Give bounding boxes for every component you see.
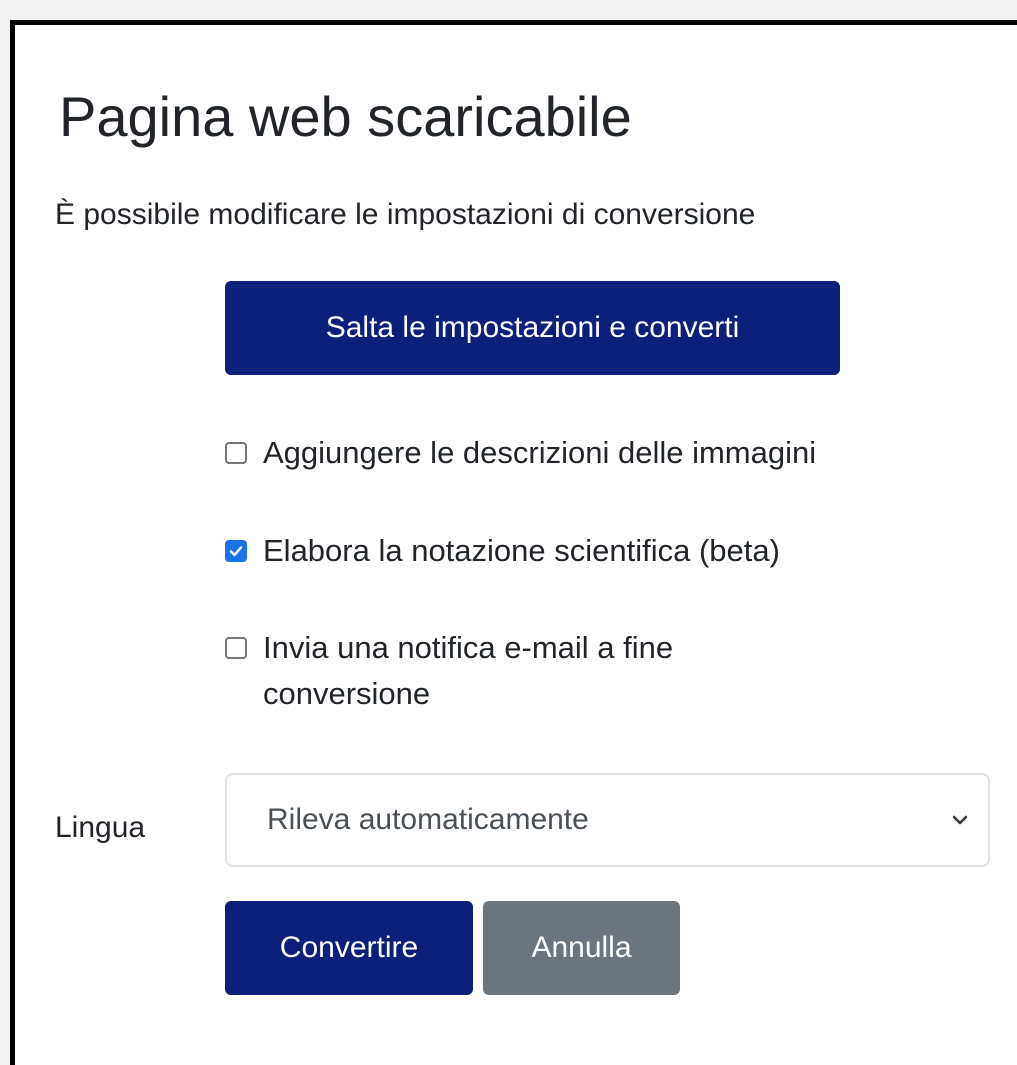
email-notification-label: Invia una notifica e-mail a fine convers…: [263, 630, 674, 711]
checkmark-icon: [229, 546, 243, 557]
language-select-value: Rileva automaticamente: [267, 803, 589, 836]
cancel-button[interactable]: Annulla: [483, 901, 680, 995]
image-descriptions-label: Aggiungere le descrizioni delle immagini: [263, 435, 817, 470]
scientific-notation-checkbox[interactable]: [225, 540, 247, 562]
language-label: Lingua: [55, 811, 146, 844]
skip-settings-button[interactable]: Salta le impostazioni e converti: [225, 281, 840, 375]
language-select[interactable]: Rileva automaticamente: [225, 773, 990, 867]
convert-button[interactable]: Convertire: [225, 901, 473, 995]
option-email-notification[interactable]: Invia una notifica e-mail a fine convers…: [225, 625, 825, 717]
image-descriptions-checkbox[interactable]: [225, 442, 247, 464]
settings-description: È possibile modificare le impostazioni d…: [55, 198, 756, 231]
option-scientific-notation[interactable]: Elabora la notazione scientifica (beta): [225, 528, 1005, 574]
chevron-down-icon: [952, 815, 968, 825]
conversion-dialog: Pagina web scaricabile È possibile modif…: [10, 20, 1017, 1065]
page-title: Pagina web scaricabile: [59, 85, 632, 148]
scientific-notation-label: Elabora la notazione scientifica (beta): [263, 533, 780, 568]
option-image-descriptions[interactable]: Aggiungere le descrizioni delle immagini: [225, 430, 1005, 476]
email-notification-checkbox[interactable]: [225, 637, 247, 659]
